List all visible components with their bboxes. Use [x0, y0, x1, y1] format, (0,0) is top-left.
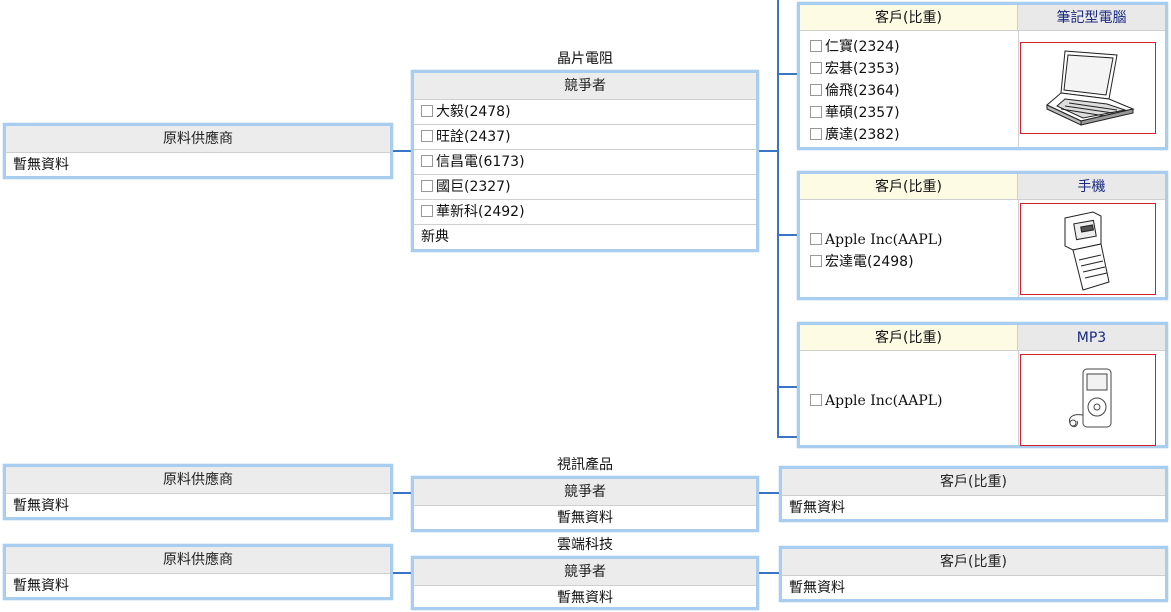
- supplier-box-1: 原料供應商 暫無資料: [3, 123, 393, 179]
- product-image: [1020, 42, 1156, 134]
- competitor-box-2: 競爭者 暫無資料: [411, 476, 759, 532]
- mp3-player-icon: [1069, 368, 1112, 428]
- competitor-footer: 新典: [421, 229, 449, 245]
- connector: [777, 73, 797, 75]
- customer-box-phone: 客戶(比重) 手機 Apple Inc(AAPL) 宏達電(2498): [797, 171, 1168, 300]
- customer-item[interactable]: 宏達電(2498): [800, 251, 943, 273]
- customer-list: Apple Inc(AAPL): [800, 390, 943, 412]
- supplier-header: 原料供應商: [6, 547, 390, 574]
- customer-list: 仁寶(2324) 宏碁(2353) 倫飛(2364) 華碩(2357) 廣達(2…: [800, 36, 900, 146]
- checkbox[interactable]: [810, 62, 822, 74]
- product-image: [1020, 203, 1156, 295]
- connector: [777, 386, 797, 388]
- connector: [393, 492, 411, 494]
- section-title-1: 晶片電阻: [557, 51, 613, 67]
- customer-item[interactable]: Apple Inc(AAPL): [800, 229, 943, 251]
- connector: [777, 436, 797, 438]
- competitor-no-data: 暫無資料: [557, 510, 613, 526]
- supplier-no-data: 暫無資料: [13, 157, 69, 173]
- connector: [393, 572, 411, 574]
- customer-item[interactable]: Apple Inc(AAPL): [800, 390, 943, 412]
- connector: [759, 492, 779, 494]
- competitor-header: 競爭者: [414, 73, 756, 100]
- section-title-3: 雲端科技: [557, 537, 613, 553]
- connector: [393, 150, 411, 152]
- customer-item[interactable]: 倫飛(2364): [800, 80, 900, 102]
- customer-header: 客戶(比重): [782, 549, 1165, 576]
- checkbox[interactable]: [421, 205, 433, 217]
- checkbox[interactable]: [810, 40, 822, 52]
- customer-box-2: 客戶(比重) 暫無資料: [779, 466, 1168, 522]
- supplier-header: 原料供應商: [6, 467, 390, 494]
- connector: [777, 234, 797, 236]
- product-name: 手機: [1018, 174, 1165, 200]
- divider: [1018, 31, 1019, 147]
- competitor-item[interactable]: 大毅(2478): [414, 100, 756, 125]
- competitor-item[interactable]: 信昌電(6173): [414, 150, 756, 175]
- connector: [759, 150, 779, 152]
- customer-header: 客戶(比重): [800, 5, 1018, 31]
- customer-box-3: 客戶(比重) 暫無資料: [779, 546, 1168, 602]
- divider: [1018, 200, 1019, 297]
- checkbox[interactable]: [810, 394, 822, 406]
- laptop-icon: [1046, 50, 1135, 126]
- competitor-item[interactable]: 國巨(2327): [414, 175, 756, 200]
- customer-item[interactable]: 廣達(2382): [800, 124, 900, 146]
- supplier-header: 原料供應商: [6, 126, 390, 153]
- customer-header: 客戶(比重): [800, 174, 1018, 200]
- competitor-box-1: 競爭者 大毅(2478) 旺詮(2437) 信昌電(6173) 國巨(2327)…: [411, 70, 759, 252]
- competitor-item[interactable]: 華新科(2492): [414, 200, 756, 225]
- checkbox[interactable]: [810, 128, 822, 140]
- phone-icon: [1064, 211, 1110, 291]
- supplier-no-data: 暫無資料: [13, 498, 69, 514]
- supplier-box-2: 原料供應商 暫無資料: [3, 464, 393, 520]
- customer-no-data: 暫無資料: [789, 580, 845, 596]
- competitor-item[interactable]: 旺詮(2437): [414, 125, 756, 150]
- competitor-box-3: 競爭者 暫無資料: [411, 556, 759, 610]
- customer-box-laptop: 客戶(比重) 筆記型電腦 仁寶(2324) 宏碁(2353) 倫飛(2364) …: [797, 2, 1168, 150]
- checkbox[interactable]: [810, 106, 822, 118]
- supplier-box-3: 原料供應商 暫無資料: [3, 544, 393, 600]
- customer-box-mp3: 客戶(比重) MP3 Apple Inc(AAPL): [797, 322, 1168, 448]
- divider: [1018, 351, 1019, 445]
- connector-vertical: [777, 0, 779, 438]
- checkbox[interactable]: [421, 105, 433, 117]
- customer-item[interactable]: 宏碁(2353): [800, 58, 900, 80]
- customer-no-data: 暫無資料: [789, 500, 845, 516]
- competitor-header: 競爭者: [414, 479, 756, 506]
- competitor-no-data: 暫無資料: [557, 590, 613, 606]
- connector: [759, 572, 779, 574]
- checkbox[interactable]: [421, 180, 433, 192]
- checkbox[interactable]: [421, 155, 433, 167]
- product-image: [1020, 354, 1156, 446]
- customer-item[interactable]: 華碩(2357): [800, 102, 900, 124]
- competitor-header: 競爭者: [414, 559, 756, 586]
- checkbox[interactable]: [810, 84, 822, 96]
- customer-header: 客戶(比重): [800, 325, 1018, 351]
- product-name: 筆記型電腦: [1018, 5, 1165, 31]
- section-title-2: 視訊產品: [557, 457, 613, 473]
- customer-list: Apple Inc(AAPL) 宏達電(2498): [800, 229, 943, 273]
- checkbox[interactable]: [421, 130, 433, 142]
- supplier-no-data: 暫無資料: [13, 578, 69, 594]
- product-name: MP3: [1018, 325, 1165, 351]
- customer-item[interactable]: 仁寶(2324): [800, 36, 900, 58]
- checkbox[interactable]: [810, 255, 822, 267]
- customer-header: 客戶(比重): [782, 469, 1165, 496]
- checkbox[interactable]: [810, 233, 822, 245]
